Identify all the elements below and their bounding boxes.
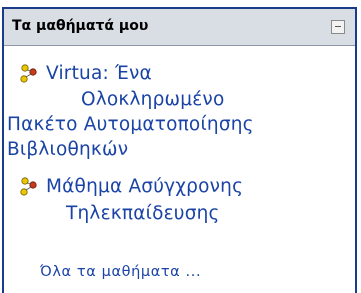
course-title-line: Virtua: Ένα <box>46 63 152 84</box>
course-title-line: Ολοκληρωμένο <box>81 89 225 110</box>
course-title-line: Μάθημα Ασύγχρονης <box>46 176 244 197</box>
block-title: Τα μαθήματά μου <box>12 18 149 34</box>
course-people-icon <box>20 177 37 196</box>
course-people-icon <box>20 64 37 83</box>
minus-box-icon[interactable] <box>331 20 345 34</box>
all-courses-link[interactable]: Όλα τα μαθήματα ... <box>40 264 201 280</box>
block-header: Τα μαθήματά μου <box>4 9 355 46</box>
course-title-line: Τηλεκπαίδευσης <box>66 203 220 224</box>
my-courses-block: Τα μαθήματά μου Virtua: Ένα Ολοκληρωμένο… <box>2 7 357 293</box>
course-title-line: Βιβλιοθηκών <box>7 139 129 160</box>
course-title-line: Πακέτο Αυτοματοποίησης <box>7 114 254 135</box>
